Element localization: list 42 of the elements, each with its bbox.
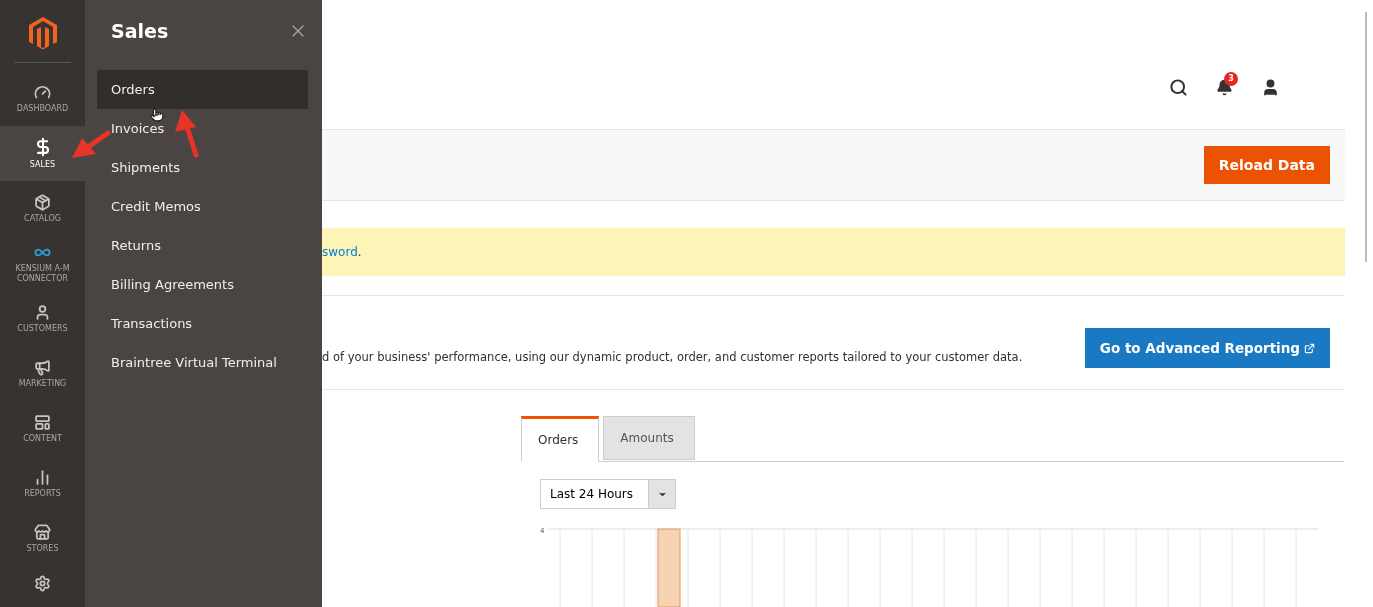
bar-chart-icon: [34, 468, 51, 486]
notice-link[interactable]: sword: [322, 244, 358, 259]
store-icon: [34, 523, 51, 541]
nav-item[interactable]: CUSTOMERS: [0, 291, 85, 346]
megaphone-icon: [34, 358, 51, 376]
menu-item[interactable]: Orders: [97, 70, 308, 109]
nav-item[interactable]: CATALOG: [0, 181, 85, 236]
menu-item[interactable]: Invoices: [97, 109, 308, 148]
menu-item[interactable]: Credit Memos: [97, 187, 308, 226]
nav-item[interactable]: STORES: [0, 511, 85, 566]
nav-item[interactable]: SALES: [0, 126, 85, 181]
chart-tab[interactable]: Amounts: [603, 416, 695, 460]
nav-item[interactable]: CONTENT: [0, 401, 85, 456]
notification-count: 3: [1224, 71, 1238, 86]
menu-item[interactable]: Braintree Virtual Terminal: [97, 343, 308, 382]
search-icon[interactable]: [1169, 77, 1188, 97]
menu-item[interactable]: Returns: [97, 226, 308, 265]
annotation-arrow: [175, 110, 199, 158]
external-link-icon: [1304, 342, 1315, 354]
cursor-icon: [150, 108, 164, 122]
nav-item[interactable]: MARKETING: [0, 346, 85, 401]
layout-icon: [34, 413, 51, 431]
period-select[interactable]: Last 24 Hours: [540, 479, 676, 509]
menu-item[interactable]: Transactions: [97, 304, 308, 343]
box-icon: [34, 193, 51, 211]
chart-tab[interactable]: Orders: [521, 416, 600, 462]
reporting-description: d of your business' performance, using our dynamic product, order, and customer reports tailored to your customer data.: [322, 350, 1023, 364]
flyout-title: Sales: [111, 20, 169, 42]
person-icon: [34, 303, 51, 321]
nav-item[interactable]: REPORTS: [0, 456, 85, 511]
user-icon[interactable]: [1261, 77, 1280, 97]
advanced-reporting-button[interactable]: Go to Advanced Reporting: [1084, 328, 1330, 368]
annotation-arrow: [72, 130, 111, 158]
reload-data-button[interactable]: Reload Data: [1203, 146, 1330, 185]
menu-item[interactable]: Billing Agreements: [97, 265, 308, 304]
gauge-icon: [34, 83, 51, 101]
notice-text: .: [357, 244, 362, 259]
menu-item[interactable]: Shipments: [97, 148, 308, 187]
settings-icon: [34, 574, 51, 592]
nav-item[interactable]: KENSIUM A-M CONNECTOR: [0, 236, 85, 291]
nav-item[interactable]: DASHBOARD: [0, 71, 85, 126]
logo-icon[interactable]: [27, 16, 58, 50]
